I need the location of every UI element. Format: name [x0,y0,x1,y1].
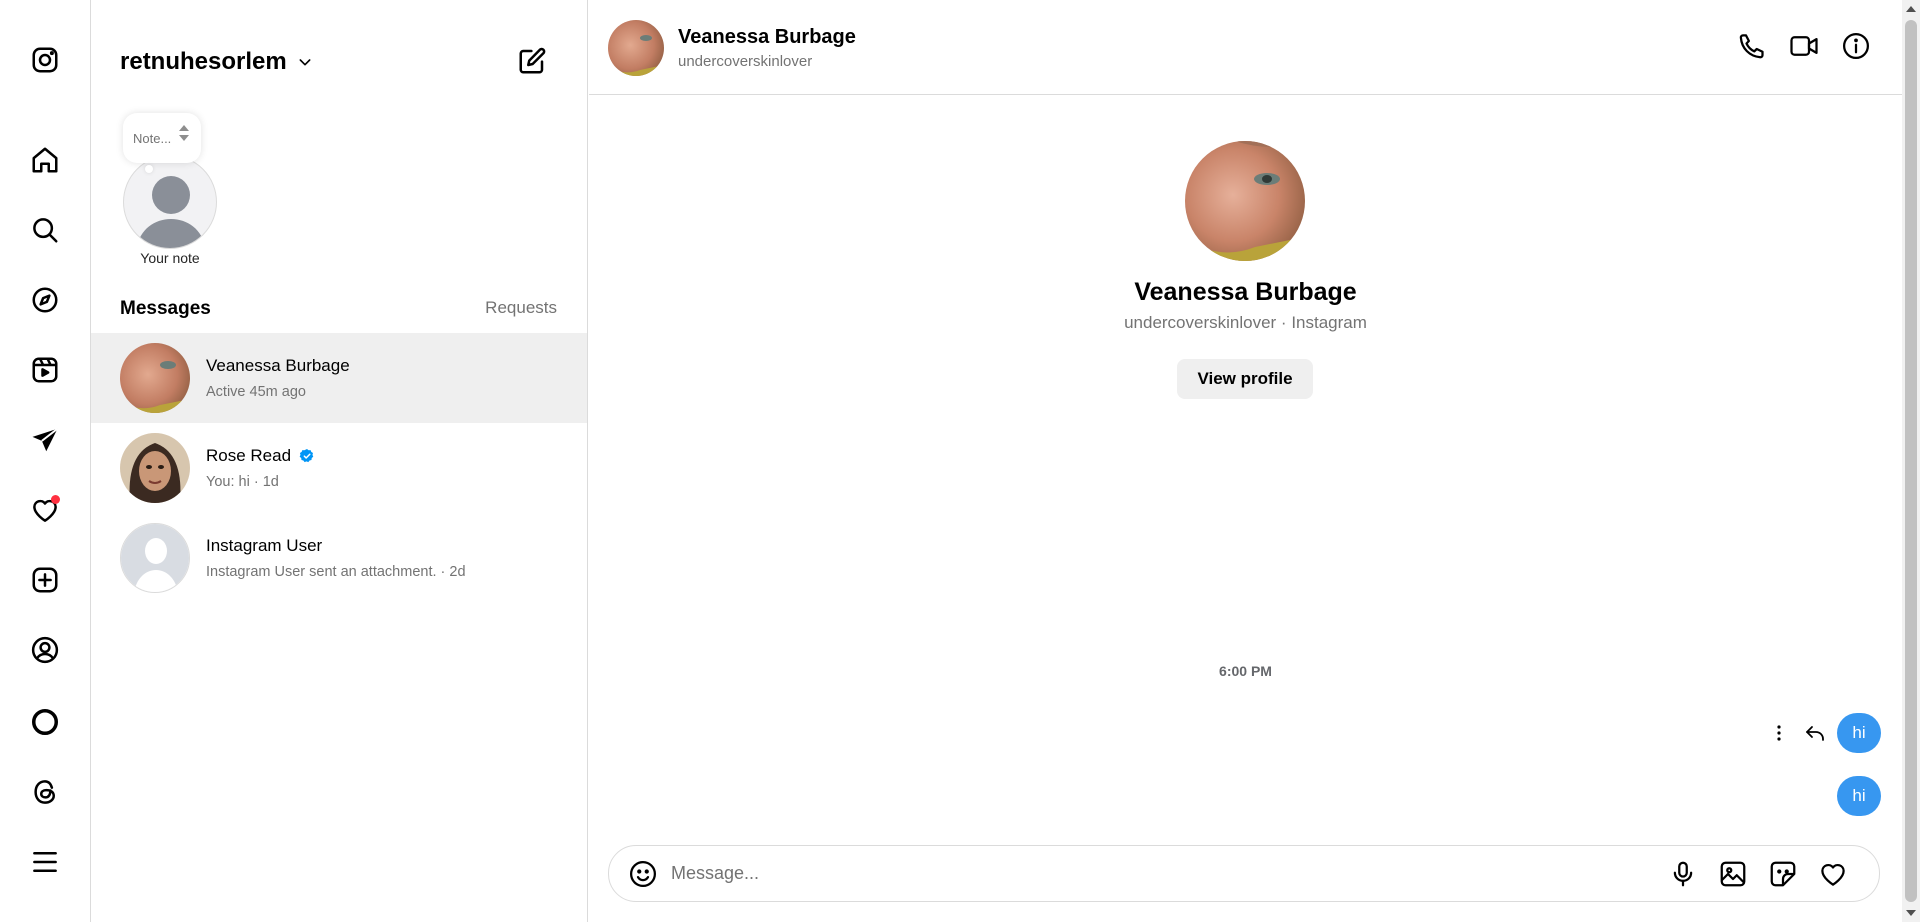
nav-rail [0,0,91,922]
avatar [120,343,190,413]
message-composer [608,845,1880,902]
message-input[interactable] [671,863,1667,884]
meta-ai-icon[interactable] [22,699,68,745]
audio-call-button[interactable] [1736,30,1768,62]
sticker-button[interactable] [1767,858,1799,890]
conversation-header: Veanessa Burbage undercoverskinlover [589,0,1902,95]
header-avatar[interactable] [608,20,664,76]
notification-dot [51,495,60,504]
thread-subtitle: Instagram User sent an attachment. · 2d [206,564,466,580]
compose-icon [519,47,546,74]
message-bubble[interactable]: hi [1837,713,1881,753]
view-profile-button[interactable]: View profile [1177,359,1313,399]
header-name[interactable]: Veanessa Burbage [678,26,856,49]
note-spinner [179,125,189,141]
explore-icon[interactable] [22,277,68,323]
instagram-direct-app: retnuhesorlem Note... Your note Messages… [0,0,1920,922]
image-icon [1720,861,1746,886]
thread-name: Rose Read [206,446,292,465]
message-bubble[interactable]: hi [1837,776,1881,816]
home-icon[interactable] [22,137,68,183]
create-icon[interactable] [22,557,68,603]
heart-icon [1821,863,1845,886]
note-bubble-tail [145,165,153,173]
note-bubble[interactable]: Note... [123,113,201,163]
message-actions [1767,719,1827,747]
arrow-down-icon [179,135,189,141]
header-username: undercoverskinlover [678,53,813,70]
scroll-up-arrow-icon[interactable] [1906,6,1916,12]
sticker-icon [1770,861,1796,886]
avatar [120,433,190,503]
video-call-button[interactable] [1788,30,1820,62]
info-icon [1843,33,1869,59]
thread-name: Instagram User [206,536,323,555]
verified-badge-icon [299,449,314,463]
emoji-icon [630,860,656,887]
avatar [120,523,190,593]
conversation-pane: Veanessa Burbage undercoverskinlover Vea… [589,0,1902,922]
scrollbar[interactable] [1902,0,1920,922]
microphone-icon [1673,861,1693,886]
reply-icon[interactable] [1803,719,1827,747]
profile-avatar [1185,141,1305,261]
scrollbar-thumb[interactable] [1905,20,1917,902]
reels-icon[interactable] [22,347,68,393]
chevron-down-icon [299,59,311,66]
message-timestamp: 6:00 PM [1219,663,1272,679]
scroll-down-arrow-icon[interactable] [1906,910,1916,916]
thread-row[interactable]: Veanessa Burbage Active 45m ago [91,333,587,423]
phone-icon [1739,34,1764,59]
add-photo-button[interactable] [1717,858,1749,890]
requests-link[interactable]: Requests [485,298,557,318]
emoji-picker-button[interactable] [627,858,659,890]
instagram-logo-icon[interactable] [22,37,68,83]
arrow-up-icon [179,125,189,131]
thread-subtitle: Active 45m ago [206,384,306,400]
inbox-panel: retnuhesorlem Note... Your note Messages… [91,0,588,922]
messages-icon[interactable] [22,417,68,463]
profile-name: Veanessa Burbage [1134,278,1357,306]
search-icon[interactable] [22,207,68,253]
note-avatar[interactable] [123,155,217,249]
new-message-button[interactable] [515,44,549,78]
conversation-info-button[interactable] [1840,30,1872,62]
profile-subtitle: undercoverskinlover · Instagram [1124,313,1367,332]
thread-row[interactable]: Rose Read You: hi · 1d [91,423,587,513]
notifications-icon[interactable] [22,487,68,533]
threads-icon[interactable] [22,769,68,815]
account-switcher[interactable]: retnuhesorlem [120,48,313,76]
thread-row[interactable]: Instagram User Instagram User sent an at… [91,513,587,603]
thread-name: Veanessa Burbage [206,356,350,375]
profile-icon[interactable] [22,627,68,673]
note-placeholder: Note... [133,130,172,146]
messages-heading: Messages [120,298,211,319]
voice-clip-button[interactable] [1667,858,1699,890]
account-name: retnuhesorlem [120,48,287,75]
like-button[interactable] [1817,858,1849,890]
more-menu-icon[interactable] [22,839,68,885]
video-camera-icon [1790,36,1818,56]
more-options-icon[interactable] [1767,719,1791,747]
thread-subtitle: You: hi · 1d [206,474,279,490]
note-label: Your note [140,250,200,266]
